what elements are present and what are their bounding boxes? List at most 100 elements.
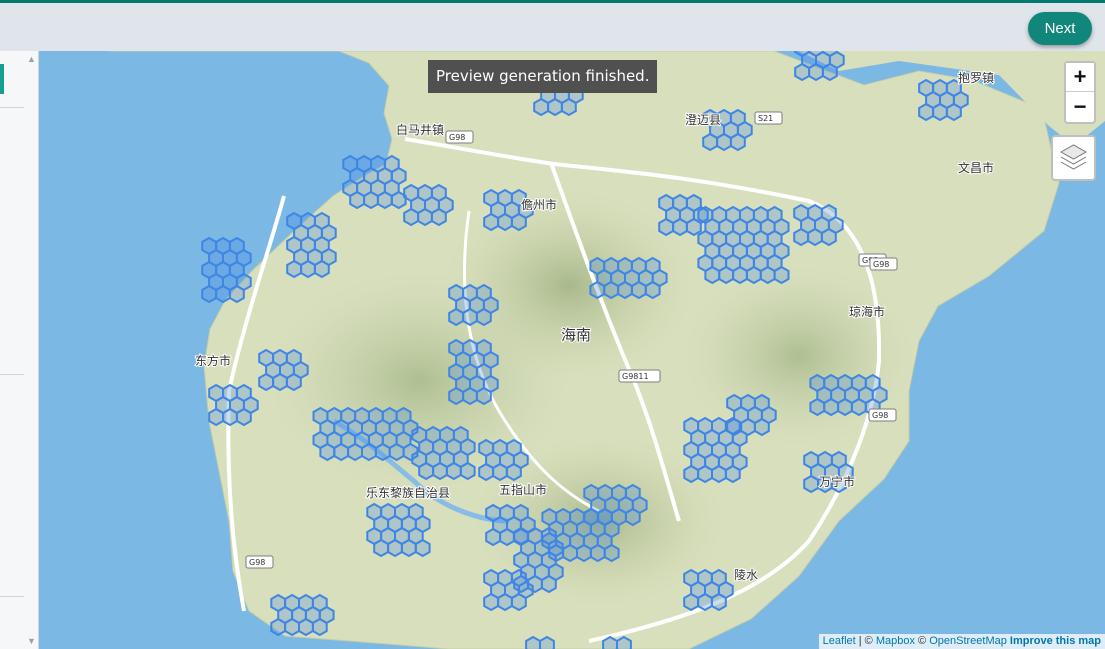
coverage-hexagon: [539, 635, 555, 649]
coverage-hexagon: [313, 259, 330, 279]
coverage-hexagon: [483, 212, 500, 232]
osm-link[interactable]: OpenStreetMap: [929, 635, 1007, 647]
coverage-hexagon: [417, 207, 433, 227]
coverage-hexagon: [697, 592, 713, 612]
scroll-up-icon[interactable]: ▲: [27, 54, 36, 64]
svg-text:S21: S21: [758, 114, 773, 123]
coverage-hexagon: [222, 407, 238, 427]
coverage-hexagon: [497, 212, 513, 232]
coverage-hexagon: [753, 417, 770, 437]
coverage-hexagon: [285, 372, 302, 392]
coverage-hexagon: [201, 284, 218, 304]
coverage-hexagon: [724, 464, 741, 484]
coverage-hexagon: [697, 464, 713, 484]
coverage-hexagon: [562, 543, 578, 563]
coverage-hexagon: [448, 307, 465, 327]
coverage-hexagon: [685, 217, 702, 237]
place-label: 万宁市: [819, 474, 855, 489]
coverage-hexagon: [497, 592, 513, 612]
svg-text:G98: G98: [249, 558, 265, 567]
coverage-hexagon: [414, 538, 431, 558]
coverage-hexagon: [716, 132, 732, 152]
coverage-hexagon: [820, 227, 837, 247]
coverage-hexagon: [533, 97, 550, 117]
svg-text:G98: G98: [873, 260, 889, 269]
coverage-hexagon: [505, 462, 522, 482]
coverage-hexagon: [630, 280, 647, 300]
coverage-hexagon: [286, 259, 303, 279]
coverage-hexagon: [485, 527, 502, 547]
coverage-hexagon: [361, 442, 377, 462]
improve-map-link[interactable]: Improve this map: [1010, 635, 1101, 647]
coverage-hexagon: [603, 280, 620, 300]
coverage-hexagon: [729, 132, 746, 152]
coverage-hexagon: [448, 386, 465, 406]
coverage-hexagon: [576, 543, 592, 563]
coverage-hexagon: [319, 442, 336, 462]
coverage-hexagon: [918, 102, 935, 122]
coverage-hexagon: [215, 284, 231, 304]
attribution-separator-2: ©: [914, 635, 930, 647]
coverage-hexagon: [311, 617, 328, 637]
coverage-hexagon: [602, 635, 618, 649]
mapbox-link[interactable]: Mapbox: [876, 635, 915, 647]
coverage-hexagon: [403, 207, 420, 227]
coverage-hexagon: [445, 461, 462, 481]
coverage-hexagon: [732, 265, 748, 285]
zoom-out-button[interactable]: −: [1066, 92, 1094, 121]
coverage-hexagon: [603, 543, 620, 563]
coverage-hexagon: [807, 227, 823, 247]
map-tiles: G98S21G98G9811G98G98G98 白马井镇澄迈县抱罗镇文昌市儋州市…: [39, 51, 1105, 649]
coverage-hexagon: [272, 372, 288, 392]
coverage-hexagon: [462, 307, 478, 327]
coverage-hexagon: [388, 442, 405, 462]
coverage-hexagon: [483, 592, 500, 612]
coverage-hexagon: [616, 635, 632, 649]
coverage-hexagon: [400, 538, 417, 558]
coverage-hexagon: [745, 265, 762, 285]
top-toolbar: Next: [0, 0, 1105, 51]
svg-text:G98: G98: [449, 133, 465, 142]
coverage-hexagon: [617, 280, 633, 300]
coverage-hexagon: [683, 592, 700, 612]
place-label: 海南: [561, 326, 591, 344]
layers-icon: [1059, 144, 1088, 170]
attribution-separator-1: | ©: [855, 635, 876, 647]
coverage-hexagon: [492, 462, 508, 482]
place-label: 陵水: [734, 568, 758, 582]
next-button[interactable]: Next: [1028, 12, 1092, 45]
road-shield: G9811: [618, 369, 661, 383]
road-shield: G98: [245, 555, 274, 569]
coverage-hexagon: [459, 461, 476, 481]
zoom-in-button[interactable]: +: [1066, 63, 1094, 92]
coverage-hexagon: [794, 62, 811, 82]
coverage-hexagon: [525, 635, 541, 649]
active-item-indicator: [0, 64, 4, 94]
coverage-hexagon: [644, 280, 661, 300]
coverage-hexagon: [376, 190, 393, 210]
place-label: 五指山市: [499, 482, 547, 497]
layers-button[interactable]: [1051, 135, 1096, 181]
svg-text:G9811: G9811: [622, 372, 649, 381]
scroll-down-icon[interactable]: ▼: [27, 636, 36, 646]
map-canvas[interactable]: G98S21G98G9811G98G98G98 白马井镇澄迈县抱罗镇文昌市儋州市…: [39, 51, 1105, 649]
coverage-hexagon: [793, 227, 810, 247]
coverage-hexagon: [258, 372, 275, 392]
svg-text:G98: G98: [872, 411, 888, 420]
road-shield: S21: [754, 111, 783, 125]
coverage-hexagon: [589, 543, 606, 563]
coverage-hexagon: [773, 265, 790, 285]
sidebar-divider-2: [0, 374, 24, 375]
coverage-hexagon: [759, 265, 776, 285]
coverage-hexagon: [850, 397, 867, 417]
road-shield: G98: [869, 257, 898, 271]
coverage-hexagon: [710, 592, 727, 612]
coverage-hexagon: [808, 62, 824, 82]
coverage-hexagon: [432, 461, 448, 481]
leaflet-link[interactable]: Leaflet: [823, 635, 856, 647]
coverage-hexagon: [475, 386, 492, 406]
coverage-hexagon: [658, 217, 675, 237]
coverage-hexagon: [235, 407, 252, 427]
coverage-hexagon: [373, 538, 390, 558]
place-label: 乐东黎族自治县: [366, 486, 450, 500]
